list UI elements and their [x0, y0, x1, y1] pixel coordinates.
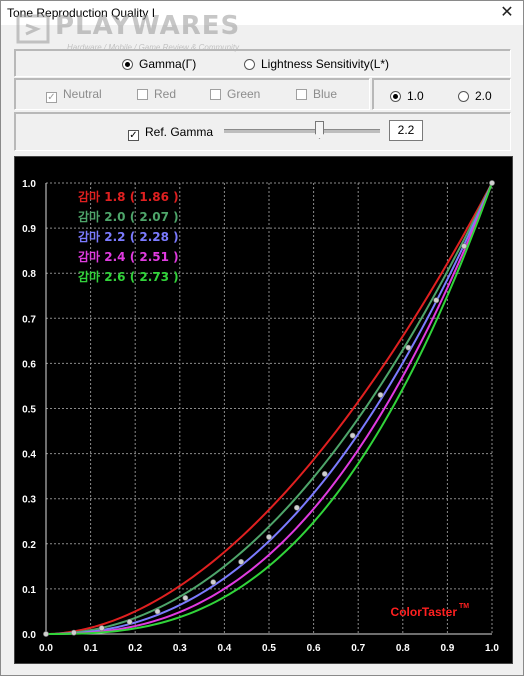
measured-point	[43, 631, 49, 637]
red-checkbox[interactable]: Red	[137, 86, 176, 102]
measured-point	[433, 297, 440, 304]
y-tick-label: 0.5	[22, 405, 36, 416]
x-tick-label: 1.0	[485, 643, 499, 654]
scale-1-radio-icon	[390, 91, 401, 102]
measured-point	[154, 608, 161, 615]
neutral-check-icon: ✓	[46, 92, 57, 103]
gamma-mode-radio[interactable]: Gamma(Γ)	[122, 56, 196, 72]
neutral-checkbox[interactable]: ✓ Neutral	[46, 86, 102, 103]
watermark-logo-icon	[16, 14, 50, 44]
watermark-name: PLAYWARES	[55, 11, 241, 41]
gamma-radio-icon	[122, 59, 133, 70]
scale-option-1-label: 1.0	[407, 89, 424, 103]
gamma-mode-label: Gamma(Γ)	[139, 57, 197, 71]
lightness-radio-icon	[244, 59, 255, 70]
measured-point	[126, 618, 133, 625]
measured-point	[405, 344, 412, 351]
gamma-chart-panel: 0.0 0.1 0.2 0.3 0.4 0.5 0.6 0.7 0.8 0.9 1.0 0.0 0.1 0…	[14, 156, 513, 664]
neutral-label: Neutral	[63, 87, 102, 101]
ref-gamma-value[interactable]: 2.2	[389, 120, 423, 141]
x-tick-label: 0.1	[84, 643, 98, 654]
measured-point	[321, 470, 328, 477]
legend-entry: 감마 2.6 ( 2.73 )	[78, 269, 179, 284]
green-check-icon	[210, 89, 221, 100]
red-check-icon	[137, 89, 148, 100]
legend-entry: 감마 1.8 ( 1.86 )	[78, 189, 179, 204]
ref-gamma-check-icon: ✓	[128, 130, 139, 141]
ref-gamma-label: Ref. Gamma	[145, 125, 214, 139]
ref-gamma-checkbox[interactable]: ✓ Ref. Gamma	[128, 124, 213, 141]
measured-point	[266, 534, 272, 540]
y-tick-label: 1.0	[22, 179, 36, 190]
x-tick-label: 0.5	[262, 643, 276, 654]
scale-option-1-radio[interactable]: 1.0	[390, 88, 424, 104]
measured-point	[70, 629, 77, 636]
blue-label: Blue	[313, 87, 338, 101]
ref-gamma-slider[interactable]	[224, 129, 380, 133]
y-tick-label: 0.3	[22, 495, 36, 506]
measured-point	[210, 579, 217, 586]
y-tick-label: 0.1	[22, 585, 36, 596]
y-tick-label: 0.2	[22, 540, 36, 551]
x-tick-label: 0.0	[39, 643, 53, 654]
scale-option-2-radio[interactable]: 2.0	[458, 88, 492, 104]
x-tick-label: 0.8	[396, 643, 410, 654]
y-tick-label: 0.6	[22, 359, 36, 370]
measured-point	[461, 243, 468, 250]
legend-entry: 감마 2.2 ( 2.28 )	[78, 229, 179, 244]
measured-point	[98, 625, 105, 632]
gamma-chart: 0.0 0.1 0.2 0.3 0.4 0.5 0.6 0.7 0.8 0.9 1.0 0.0 0.1 0…	[22, 179, 499, 654]
x-tick-label: 0.4	[217, 643, 231, 654]
brand-trademark: TM	[459, 603, 469, 610]
y-tick-label: 0.9	[22, 224, 36, 235]
measured-point	[377, 392, 384, 398]
lightness-mode-radio[interactable]: Lightness Sensitivity(L*)	[244, 56, 389, 72]
scale-2-radio-icon	[458, 91, 469, 102]
green-label: Green	[227, 87, 261, 101]
y-tick-label: 0.7	[22, 314, 36, 325]
measured-point	[238, 558, 245, 565]
x-tick-label: 0.3	[173, 643, 187, 654]
blue-check-icon	[296, 89, 307, 100]
blue-checkbox[interactable]: Blue	[296, 86, 337, 102]
y-tick-label: 0.8	[22, 269, 36, 280]
close-icon[interactable]: ✕	[495, 2, 519, 24]
tone-reproduction-window: Tone Reproduction Quality I ✕ PLAYWARES …	[0, 0, 524, 676]
legend-entry: 감마 2.4 ( 2.51 )	[78, 249, 179, 264]
y-tick-label: 0.4	[22, 450, 36, 461]
measured-point	[349, 432, 356, 439]
lightness-mode-label: Lightness Sensitivity(L*)	[261, 57, 390, 71]
red-label: Red	[154, 87, 177, 101]
x-tick-label: 0.9	[440, 643, 454, 654]
brand-label: ColorTaster	[391, 605, 458, 619]
x-tick-label: 0.2	[128, 643, 142, 654]
y-tick-label: 0.0	[22, 630, 36, 641]
green-checkbox[interactable]: Green	[210, 86, 260, 102]
x-tick-label: 0.7	[351, 643, 365, 654]
legend-entry: 감마 2.0 ( 2.07 )	[78, 209, 179, 224]
measured-point	[489, 180, 495, 186]
measured-point	[182, 595, 189, 601]
measured-point	[293, 504, 300, 511]
scale-option-2-label: 2.0	[475, 89, 492, 103]
x-tick-label: 0.6	[307, 643, 321, 654]
